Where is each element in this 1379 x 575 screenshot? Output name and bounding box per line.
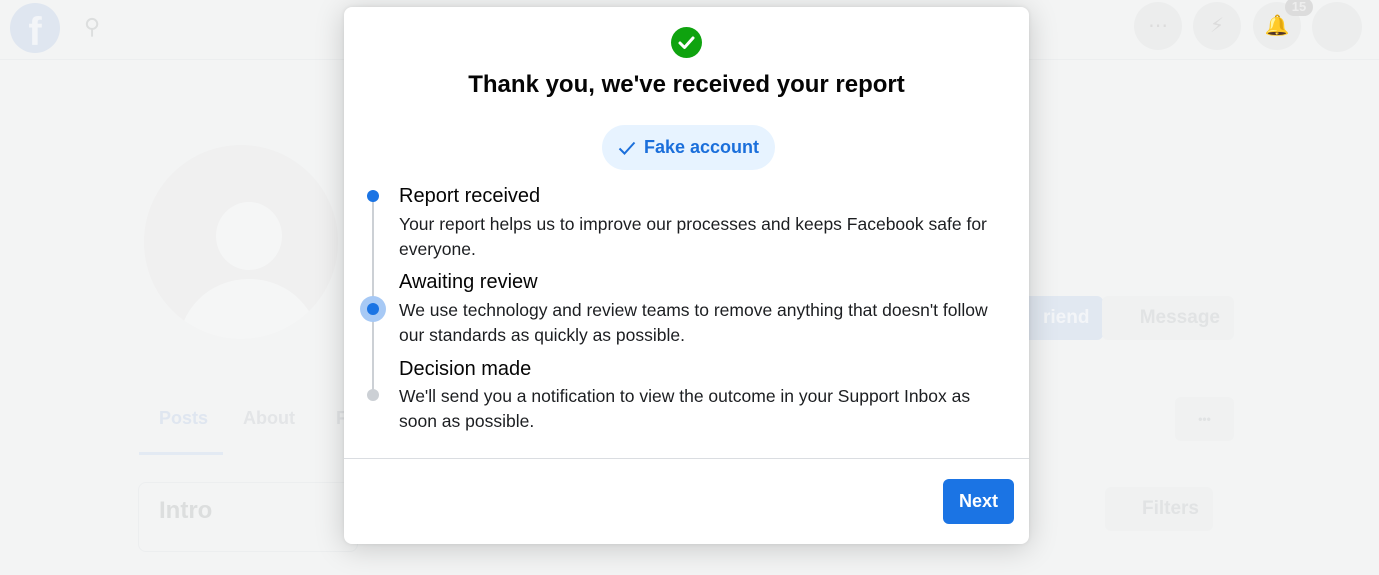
account-avatar[interactable] (1312, 2, 1362, 52)
filters-button[interactable]: Filters (1105, 487, 1213, 531)
menu-grid-icon[interactable]: ⋯ (1134, 2, 1182, 50)
step-title: Report received (399, 185, 541, 207)
step-description: We use technology and review teams to re… (399, 300, 988, 345)
intro-heading: Intro (159, 497, 213, 524)
step-title: Decision made (399, 358, 532, 380)
success-check-icon (671, 27, 702, 58)
facebook-logo[interactable]: f (10, 3, 60, 53)
step-title: Awaiting review (399, 271, 538, 293)
add-friend-button[interactable]: riend (1029, 296, 1104, 340)
report-category-label: Fake account (644, 137, 760, 157)
report-confirmation-dialog: Thank you, we've received your report Fa… (344, 7, 1029, 544)
checkmark-icon (618, 141, 636, 155)
messenger-icon[interactable]: ⚡ (1193, 2, 1241, 50)
intro-card: Intro (138, 482, 358, 552)
footer-divider (344, 458, 1029, 459)
dialog-title: Thank you, we've received your report (468, 71, 905, 98)
search-icon[interactable]: ⚲ (84, 14, 100, 40)
message-button[interactable]: Message (1102, 296, 1234, 340)
step-current-dot (360, 296, 386, 322)
step-done-dot (367, 190, 379, 202)
notification-badge: 15 (1285, 0, 1313, 16)
step-description: Your report helps us to improve our proc… (399, 214, 987, 259)
timeline-line (372, 197, 374, 393)
step-description: We'll send you a notification to view th… (399, 386, 971, 431)
more-options-button[interactable]: ••• (1175, 397, 1234, 441)
step-pending-dot (367, 389, 379, 401)
tab-about[interactable]: About (243, 408, 295, 429)
next-button[interactable]: Next (943, 479, 1014, 524)
active-tab-indicator (139, 452, 223, 455)
tab-posts[interactable]: Posts (159, 408, 208, 429)
profile-avatar (144, 145, 338, 339)
report-category-chip: Fake account (602, 125, 776, 170)
